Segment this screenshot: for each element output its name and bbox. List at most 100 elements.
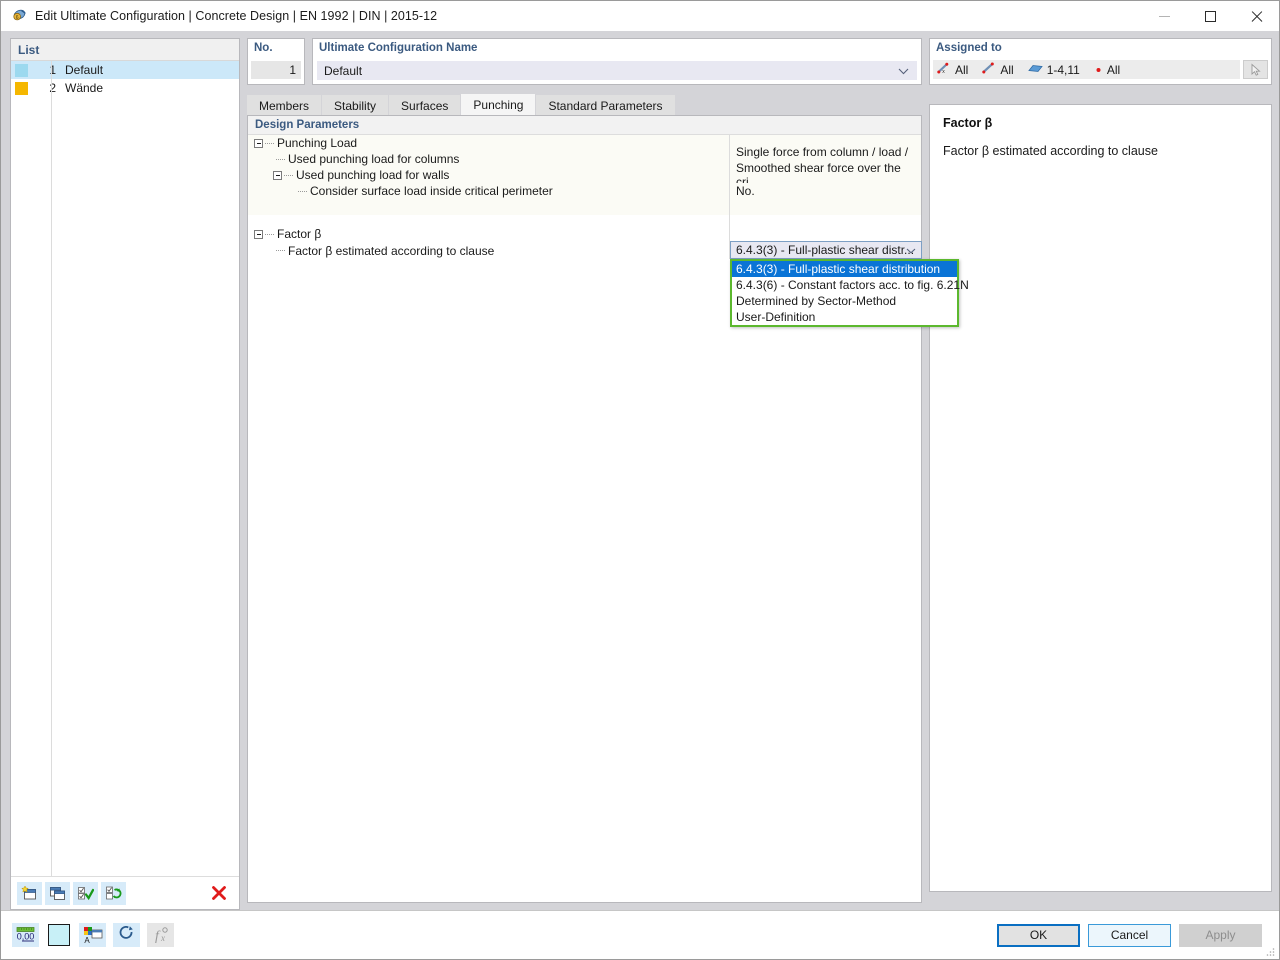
tab-members[interactable]: Members [247, 95, 322, 115]
assigned-member[interactable]: All [982, 62, 1014, 77]
assigned-surface-value: 1-4,11 [1046, 62, 1080, 77]
configuration-name-combobox[interactable]: Default [317, 61, 917, 80]
list-item[interactable]: 2 Wände [11, 79, 239, 97]
ok-button[interactable]: OK [997, 923, 1080, 947]
maximize-icon [1204, 10, 1216, 22]
dialog-body: List 1 Default 2 Wände No. 1 Ultimate Co… [1, 31, 1279, 910]
list-item-number: 1 [49, 63, 56, 77]
tree-connector [284, 174, 293, 176]
window-controls [1141, 1, 1279, 31]
tree-blank-row [248, 215, 921, 226]
tree-row-label: Factor β estimated according to clause [288, 243, 495, 258]
info-panel-text: Factor β estimated according to clause [943, 144, 1158, 158]
identification-row: No. 1 Ultimate Configuration Name Defaul… [247, 38, 922, 85]
dropdown-option[interactable]: Determined by Sector-Method [732, 293, 957, 309]
collapse-icon[interactable] [273, 170, 282, 180]
tree-row-left: Used punching load for columns [248, 152, 729, 166]
tree-connector [276, 250, 285, 251]
minimize-icon [1158, 15, 1170, 17]
chevron-down-icon [898, 64, 909, 78]
list-item-number: 2 [49, 81, 56, 95]
assigned-surface[interactable]: 1-4,11 [1027, 62, 1080, 77]
tree-spacer-value [729, 199, 921, 215]
assigned-to-caption: Assigned to [936, 42, 1002, 54]
assigned-node[interactable]: All [1094, 63, 1120, 77]
design-parameters-tree: Punching Load Used punching load for col… [248, 135, 969, 902]
color-swatch-icon [48, 924, 70, 946]
assigned-member-ribs[interactable]: x All [937, 62, 968, 77]
number-field-group: No. 1 [247, 38, 305, 85]
title-bar: 6 Edit Ultimate Configuration | Concrete… [1, 1, 1279, 31]
tree-row-label: Consider surface load inside critical pe… [310, 184, 553, 198]
factor-beta-combobox[interactable]: 6.4.3(3) - Full-plastic shear distr... [730, 241, 922, 259]
tree-group-row[interactable]: Factor β [248, 226, 921, 242]
svg-text:6: 6 [16, 15, 19, 21]
collapse-icon[interactable] [254, 229, 263, 239]
configuration-name-value: Default [324, 63, 363, 78]
dropdown-option[interactable]: 6.4.3(6) - Constant factors acc. to fig.… [732, 277, 969, 293]
tab-punching[interactable]: Punching [461, 94, 536, 115]
tree-connector [276, 158, 285, 160]
member-icon [982, 62, 996, 77]
copy-configuration-button[interactable] [45, 881, 70, 905]
formula-button[interactable]: f x [147, 923, 174, 947]
tree-group-left: Factor β [248, 227, 729, 241]
assigned-member-ribs-value: All [955, 62, 969, 77]
tab-label: Members [259, 98, 310, 113]
display-properties-button[interactable]: A [79, 923, 106, 947]
dropdown-option[interactable]: 6.4.3(3) - Full-plastic shear distributi… [732, 261, 957, 277]
svg-text:x: x [942, 69, 945, 74]
footer-buttons: OK Cancel Apply [997, 923, 1262, 947]
new-configuration-button[interactable] [17, 881, 42, 905]
tree-row-label: Used punching load for walls [296, 168, 450, 182]
resize-grip[interactable] [1265, 946, 1275, 956]
factor-beta-dropdown-list[interactable]: 6.4.3(3) - Full-plastic shear distributi… [730, 259, 969, 327]
tree-row-value[interactable]: Smoothed shear force over the cri... [729, 161, 921, 189]
cancel-button[interactable]: Cancel [1088, 923, 1171, 947]
tree-group-label: Punching Load [277, 136, 358, 150]
reset-defaults-button[interactable] [113, 923, 140, 947]
close-icon [1250, 10, 1263, 23]
tab-standard-parameters[interactable]: Standard Parameters [536, 95, 675, 115]
pick-in-graphic-button[interactable] [1243, 60, 1268, 79]
tree-row-value[interactable]: No. [729, 183, 921, 199]
invert-selection-button[interactable] [101, 881, 126, 905]
tree-row[interactable]: Consider surface load inside critical pe… [248, 183, 921, 199]
tab-surfaces[interactable]: Surfaces [389, 95, 461, 115]
number-field-value: 1 [251, 61, 301, 79]
assigned-to-fields: x All All 1-4,11 All [933, 60, 1240, 79]
tree-connector [298, 190, 307, 192]
minimize-button[interactable] [1141, 1, 1187, 31]
dropdown-option[interactable]: User-Definition [732, 309, 957, 325]
info-panel: Factor β Factor β estimated according to… [929, 104, 1272, 892]
list-column-divider [51, 61, 52, 876]
member-ribs-icon: x [937, 62, 951, 77]
svg-text:A: A [84, 936, 90, 944]
apply-button[interactable]: Apply [1179, 923, 1262, 947]
name-field-group: Ultimate Configuration Name Default [312, 38, 922, 85]
tree-row[interactable]: Used punching load for walls Smoothed sh… [248, 161, 921, 189]
tree-row[interactable]: Factor β estimated according to clause 6… [248, 241, 969, 327]
footer-toolbar: 0,00 A f x [12, 923, 174, 948]
color-swatch-icon [15, 63, 28, 77]
maximize-button[interactable] [1187, 1, 1233, 31]
tab-stability[interactable]: Stability [322, 95, 389, 115]
color-swatch-button[interactable] [46, 923, 72, 948]
tree-group-label: Factor β [277, 227, 322, 241]
assigned-to-row: x All All 1-4,11 All [933, 60, 1268, 79]
tree-connector [265, 233, 274, 235]
delete-configuration-button[interactable] [209, 883, 229, 903]
svg-text:x: x [160, 933, 165, 943]
chevron-down-icon [906, 243, 916, 257]
collapse-icon[interactable] [254, 138, 263, 148]
edit-ultimate-configuration-dialog: 6 Edit Ultimate Configuration | Concrete… [0, 0, 1280, 960]
list-header: List [11, 39, 239, 61]
list-item[interactable]: 1 Default [11, 61, 239, 79]
tab-label: Standard Parameters [548, 98, 663, 113]
assigned-node-value: All [1106, 62, 1121, 77]
check-all-button[interactable] [73, 881, 98, 905]
units-decimal-places-button[interactable]: 0,00 [12, 923, 39, 947]
close-button[interactable] [1233, 1, 1279, 31]
tree-row-value-editor: 6.4.3(3) - Full-plastic shear distr... 6… [729, 241, 969, 327]
assigned-to-group: Assigned to x All All 1-4,11 All [929, 38, 1272, 85]
